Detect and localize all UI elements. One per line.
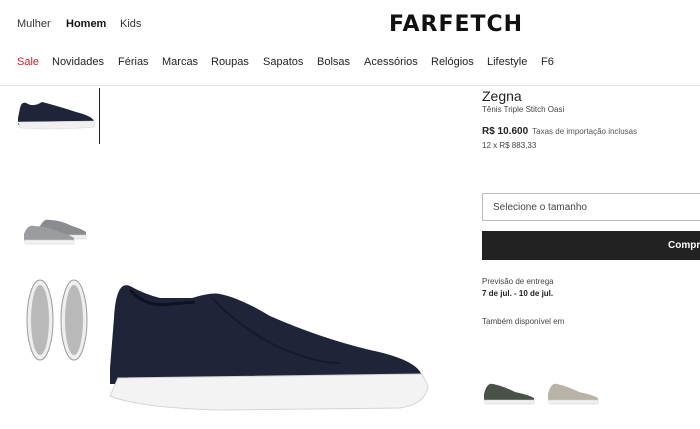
thumbnail-shoe-pair[interactable] (20, 208, 92, 246)
nav-item-ferias[interactable]: Férias (118, 56, 149, 68)
nav-item-roupas[interactable]: Roupas (211, 56, 249, 68)
product-name: Tênis Triple Stitch Oasi (482, 105, 565, 114)
nav-item-marcas[interactable]: Marcas (162, 56, 198, 68)
nav-item-relogios[interactable]: Relógios (431, 56, 474, 68)
variant-green-shoe[interactable] (481, 374, 537, 408)
nav-item-sale[interactable]: Sale (17, 56, 39, 68)
category-nav: Sale Novidades Férias Marcas Roupas Sapa… (0, 52, 700, 74)
also-available-label: Também disponível em (482, 317, 565, 326)
nav-item-acessorios[interactable]: Acessórios (364, 56, 418, 68)
add-to-bag-button[interactable]: Compr (482, 231, 700, 260)
nav-item-lifestyle[interactable]: Lifestyle (487, 56, 527, 68)
size-selector-placeholder: Selecione o tamanho (493, 202, 587, 213)
product-price: R$ 10.600 Taxas de importação inclusas (482, 126, 637, 137)
nav-divider (0, 85, 700, 86)
price-value: R$ 10.600 (482, 126, 529, 137)
installments-text: 12 x R$ 883,33 (482, 141, 537, 150)
gender-tab-men[interactable]: Homem (66, 18, 106, 30)
nav-item-bolsas[interactable]: Bolsas (317, 56, 350, 68)
gender-tab-women[interactable]: Mulher (17, 18, 51, 30)
nav-item-f6[interactable]: F6 (541, 56, 554, 68)
site-logo[interactable]: FARFETCH (389, 12, 523, 37)
thumbnail-shoe-side[interactable] (14, 92, 98, 134)
delivery-estimate-dates: 7 de jul. - 10 de jul. (482, 289, 554, 298)
thumbnail-selected-indicator (99, 88, 100, 144)
nav-item-novidades[interactable]: Novidades (52, 56, 104, 68)
tax-note: Taxas de importação inclusas (532, 127, 638, 136)
thumbnail-shoe-soles[interactable] (22, 276, 92, 366)
product-brand[interactable]: Zegna (482, 88, 522, 104)
delivery-estimate-label: Previsão de entrega (482, 277, 554, 286)
size-selector[interactable]: Selecione o tamanho (482, 193, 700, 221)
top-bar: Mulher Homem Kids FARFETCH (0, 0, 700, 46)
add-to-bag-label: Compr (668, 240, 700, 251)
variant-beige-shoe[interactable] (545, 374, 601, 408)
main-product-image[interactable] (100, 268, 440, 418)
gender-tab-kids[interactable]: Kids (120, 18, 141, 30)
nav-item-sapatos[interactable]: Sapatos (263, 56, 303, 68)
